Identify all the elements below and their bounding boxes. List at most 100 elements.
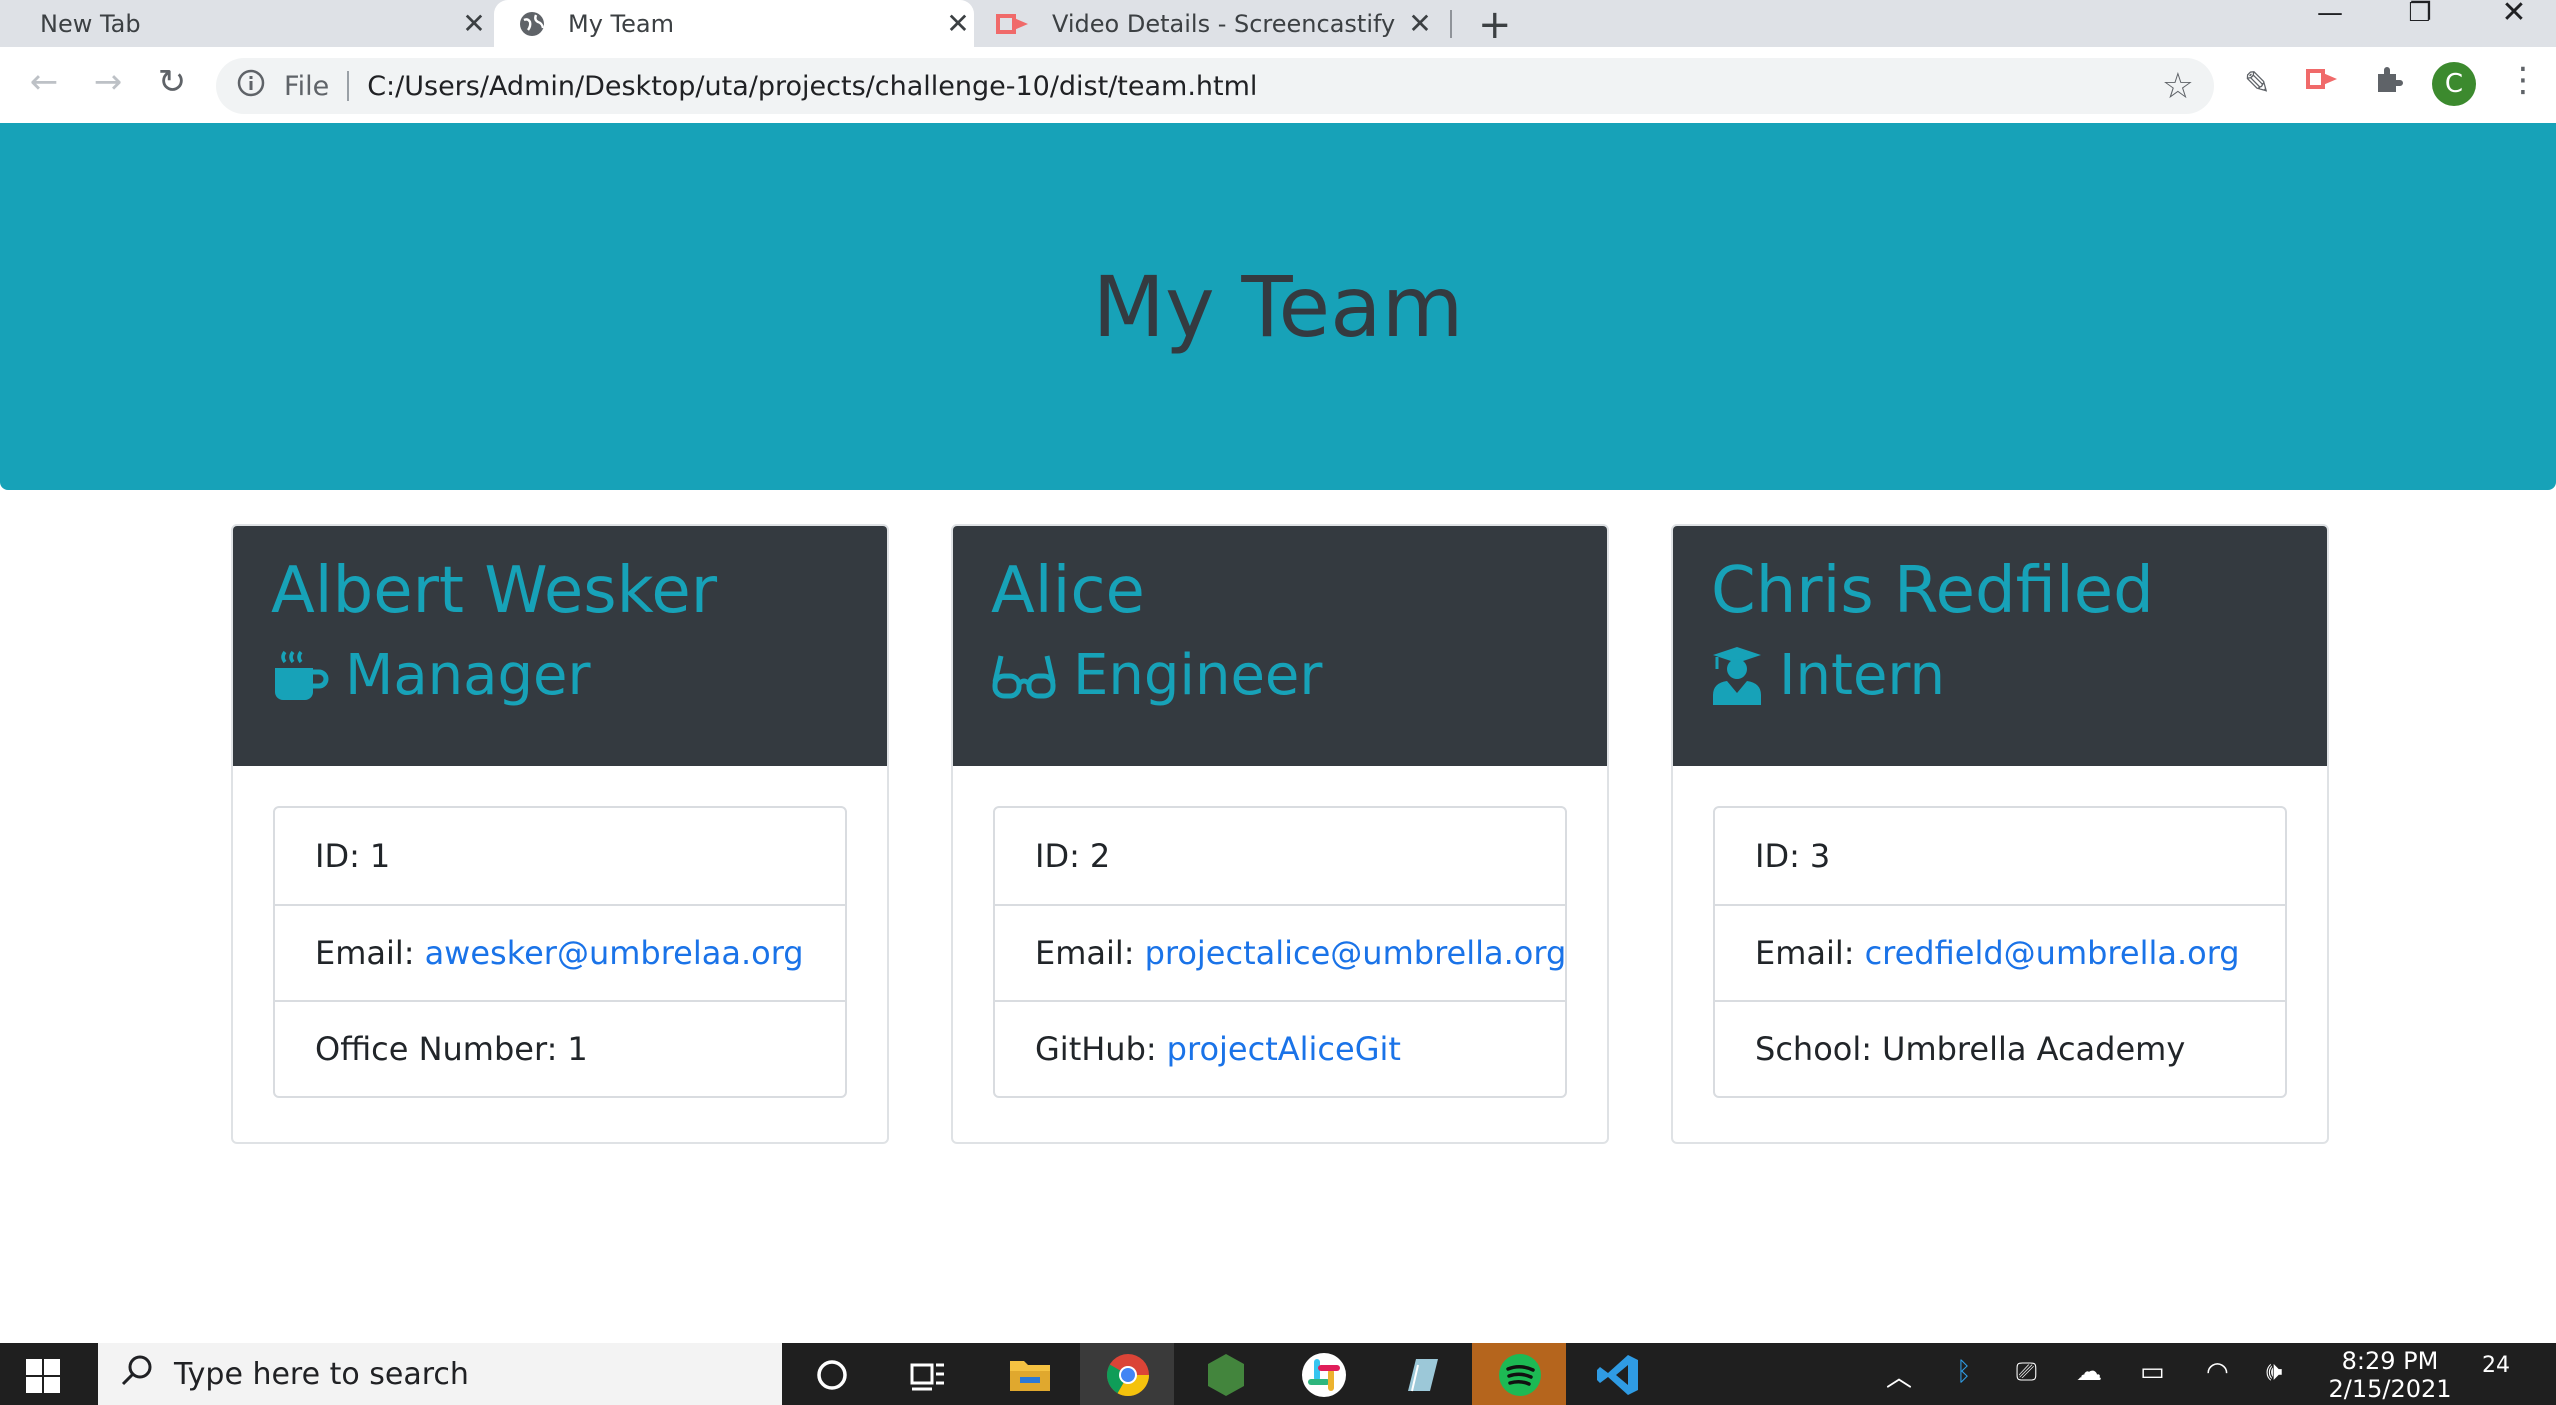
employee-role: Manager: [271, 640, 849, 712]
forward-button[interactable]: →: [84, 62, 132, 102]
page-title: My Team: [1092, 257, 1464, 356]
close-icon[interactable]: ✕: [942, 7, 974, 40]
volume-icon[interactable]: 🕪: [2266, 1357, 2282, 1388]
close-icon[interactable]: ✕: [458, 7, 490, 40]
school-row: School: Umbrella Academy: [1715, 1000, 2285, 1096]
window-close-button[interactable]: ✕: [2474, 0, 2554, 28]
nodejs-icon[interactable]: [1202, 1351, 1250, 1399]
office-number-label: Office Number:: [315, 1030, 558, 1068]
id-row: ID: 2: [995, 808, 1565, 904]
employee-name: Chris Redfiled: [1711, 554, 2154, 628]
cortana-icon[interactable]: [808, 1351, 856, 1399]
email-link[interactable]: projectalice@umbrella.org: [1145, 934, 1567, 972]
id-row: ID: 1: [275, 808, 845, 904]
card-header: Albert Wesker Manager: [233, 526, 887, 766]
employee-name: Albert Wesker: [271, 554, 718, 628]
taskbar-clock[interactable]: 8:29 PM 2/15/2021: [2320, 1347, 2460, 1403]
tab-title: Video Details - Screencastify: [1052, 9, 1396, 38]
page-header: My Team: [0, 123, 2556, 490]
id-label: ID:: [1035, 837, 1080, 875]
spotify-icon[interactable]: [1496, 1351, 1544, 1399]
windows-start-icon[interactable]: [26, 1359, 60, 1397]
employee-card-manager: Albert Wesker Manager ID: 1 Email: awesk…: [231, 524, 889, 1144]
minimize-button[interactable]: —: [2290, 0, 2370, 26]
bookmark-star-icon[interactable]: ☆: [2162, 66, 2194, 107]
search-placeholder: Type here to search: [174, 1356, 469, 1392]
search-icon: [120, 1353, 154, 1395]
tab-my-team[interactable]: My Team ✕: [494, 0, 974, 47]
new-tab-button[interactable]: +: [1478, 2, 1512, 48]
office-number-row: Office Number: 1: [275, 1000, 845, 1096]
menu-kebab-icon[interactable]: ⋮: [2506, 60, 2540, 100]
wifi-icon[interactable]: ◠: [2206, 1357, 2229, 1387]
clock-date: 2/15/2021: [2328, 1375, 2452, 1403]
notepad-app-icon[interactable]: [1398, 1351, 1446, 1399]
taskbar-search-box[interactable]: Type here to search: [98, 1343, 782, 1405]
info-list: ID: 2 Email: projectalice@umbrella.org G…: [993, 806, 1567, 1098]
clock-time: 8:29 PM: [2341, 1347, 2439, 1375]
tab-title: My Team: [568, 9, 674, 38]
id-value: 2: [1089, 837, 1111, 875]
reload-button[interactable]: ↻: [148, 62, 196, 102]
card-body: ID: 2 Email: projectalice@umbrella.org G…: [953, 766, 1607, 1138]
slack-icon[interactable]: [1300, 1351, 1348, 1399]
github-link[interactable]: projectAliceGit: [1167, 1030, 1401, 1068]
battery-icon[interactable]: ▭: [2140, 1357, 2165, 1387]
restore-button[interactable]: ❐: [2380, 0, 2460, 26]
eyedropper-extension-icon[interactable]: ✎: [2244, 64, 2271, 102]
tab-video-details[interactable]: Video Details - Screencastify ✕: [976, 0, 1436, 47]
action-center-icon[interactable]: 24: [2482, 1353, 2510, 1378]
employee-card-engineer: Alice Engineer ID: 2 Email: projectalice…: [951, 524, 1609, 1144]
id-label: ID:: [1755, 837, 1800, 875]
email-label: Email:: [1755, 934, 1855, 972]
card-header: Alice Engineer: [953, 526, 1607, 766]
id-value: 3: [1809, 837, 1831, 875]
card-header: Chris Redfiled Intern: [1673, 526, 2327, 766]
globe-icon: [518, 10, 546, 38]
chrome-icon[interactable]: [1104, 1351, 1152, 1399]
screencastify-icon: [996, 10, 1030, 38]
card-body: ID: 1 Email: awesker@umbrelaa.org Office…: [233, 766, 887, 1138]
vscode-icon[interactable]: [1594, 1351, 1642, 1399]
email-row: Email: projectalice@umbrella.org: [995, 904, 1567, 1000]
email-link[interactable]: credfield@umbrella.org: [1865, 934, 2240, 972]
id-row: ID: 3: [1715, 808, 2285, 904]
id-label: ID:: [315, 837, 360, 875]
email-row: Email: credfield@umbrella.org: [1715, 904, 2285, 1000]
task-view-icon[interactable]: [904, 1351, 952, 1399]
tab-title: New Tab: [40, 9, 141, 38]
role-label: Engineer: [1073, 643, 1323, 708]
profile-avatar[interactable]: C: [2432, 62, 2476, 106]
glasses-icon: [991, 648, 1073, 704]
windows-taskbar: Type here to search ︿ ᛒ ⎚ ☁ ▭ ◠ 🕪 8:29 P…: [0, 1343, 2556, 1405]
url-text[interactable]: C:/Users/Admin/Desktop/uta/projects/chal…: [367, 71, 1257, 102]
extensions-puzzle-icon[interactable]: [2372, 64, 2404, 104]
employee-name: Alice: [991, 554, 1145, 628]
back-button[interactable]: ←: [20, 62, 68, 102]
address-bar[interactable]: File C:/Users/Admin/Desktop/uta/projects…: [216, 58, 2214, 114]
info-list: ID: 1 Email: awesker@umbrelaa.org Office…: [273, 806, 847, 1098]
employee-role: Engineer: [991, 640, 1569, 712]
close-icon[interactable]: ✕: [1404, 7, 1436, 40]
graduate-icon: [1711, 647, 1779, 705]
file-explorer-icon[interactable]: [1006, 1351, 1054, 1399]
show-hidden-icons-chevron-icon[interactable]: ︿: [1886, 1357, 1912, 1394]
tab-new-tab[interactable]: New Tab ✕: [0, 0, 490, 47]
github-row: GitHub: projectAliceGit: [995, 1000, 1565, 1096]
bluetooth-icon[interactable]: ᛒ: [1956, 1357, 1972, 1387]
tab-separator: [1450, 10, 1452, 38]
github-label: GitHub:: [1035, 1030, 1157, 1068]
notification-count: 24: [2482, 1353, 2510, 1378]
address-divider: [347, 71, 350, 101]
email-link[interactable]: awesker@umbrelaa.org: [425, 934, 804, 972]
employee-card-intern: Chris Redfiled Intern ID: 3 Email: credf…: [1671, 524, 2329, 1144]
office-number-value: 1: [567, 1030, 588, 1068]
mug-icon: [271, 648, 345, 704]
info-icon[interactable]: [236, 68, 272, 104]
school-value: Umbrella Academy: [1882, 1030, 2186, 1068]
info-list: ID: 3 Email: credfield@umbrella.org Scho…: [1713, 806, 2287, 1098]
meet-now-icon[interactable]: ⎚: [2016, 1357, 2037, 1388]
onedrive-cloud-icon[interactable]: ☁: [2076, 1357, 2102, 1387]
screencastify-extension-icon[interactable]: [2306, 64, 2340, 102]
email-row: Email: awesker@umbrelaa.org: [275, 904, 845, 1000]
